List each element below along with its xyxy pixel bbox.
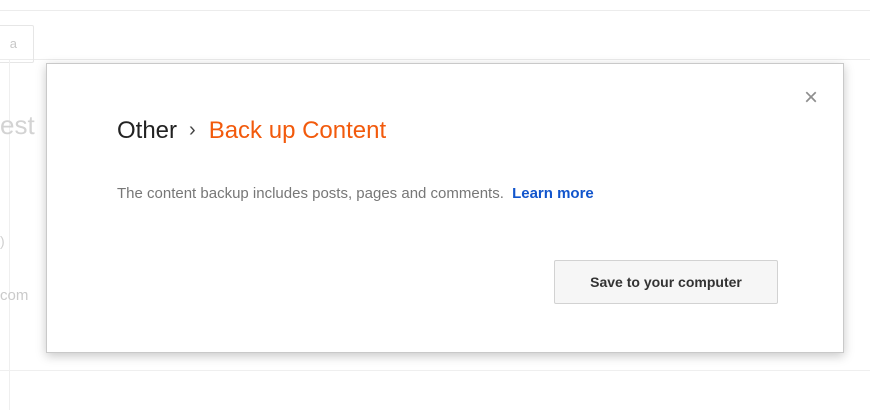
dialog-breadcrumb: Other › Back up Content bbox=[117, 116, 386, 147]
background-text: com bbox=[0, 287, 29, 304]
dialog-description: The content backup includes posts, pages… bbox=[117, 184, 594, 204]
background-heading: est bbox=[0, 110, 35, 140]
learn-more-link[interactable]: Learn more bbox=[512, 185, 594, 202]
background-divider bbox=[0, 370, 870, 371]
backup-dialog: × Other › Back up Content The content back… bbox=[46, 63, 844, 353]
save-to-computer-button[interactable]: Save to your computer bbox=[554, 260, 778, 304]
dialog-title: Back up Content bbox=[208, 117, 387, 144]
background-toolbar-button[interactable]: a bbox=[0, 25, 34, 63]
description-text: The content backup includes posts, pages… bbox=[117, 185, 504, 202]
breadcrumb-separator-icon: › bbox=[189, 119, 196, 141]
page: a est ) com × Other › Back up Content The … bbox=[0, 0, 870, 410]
background-text: ) bbox=[0, 233, 5, 249]
breadcrumb-parent: Other bbox=[117, 117, 178, 144]
close-icon[interactable]: × bbox=[799, 86, 823, 110]
background-toolbar: a bbox=[0, 10, 870, 63]
